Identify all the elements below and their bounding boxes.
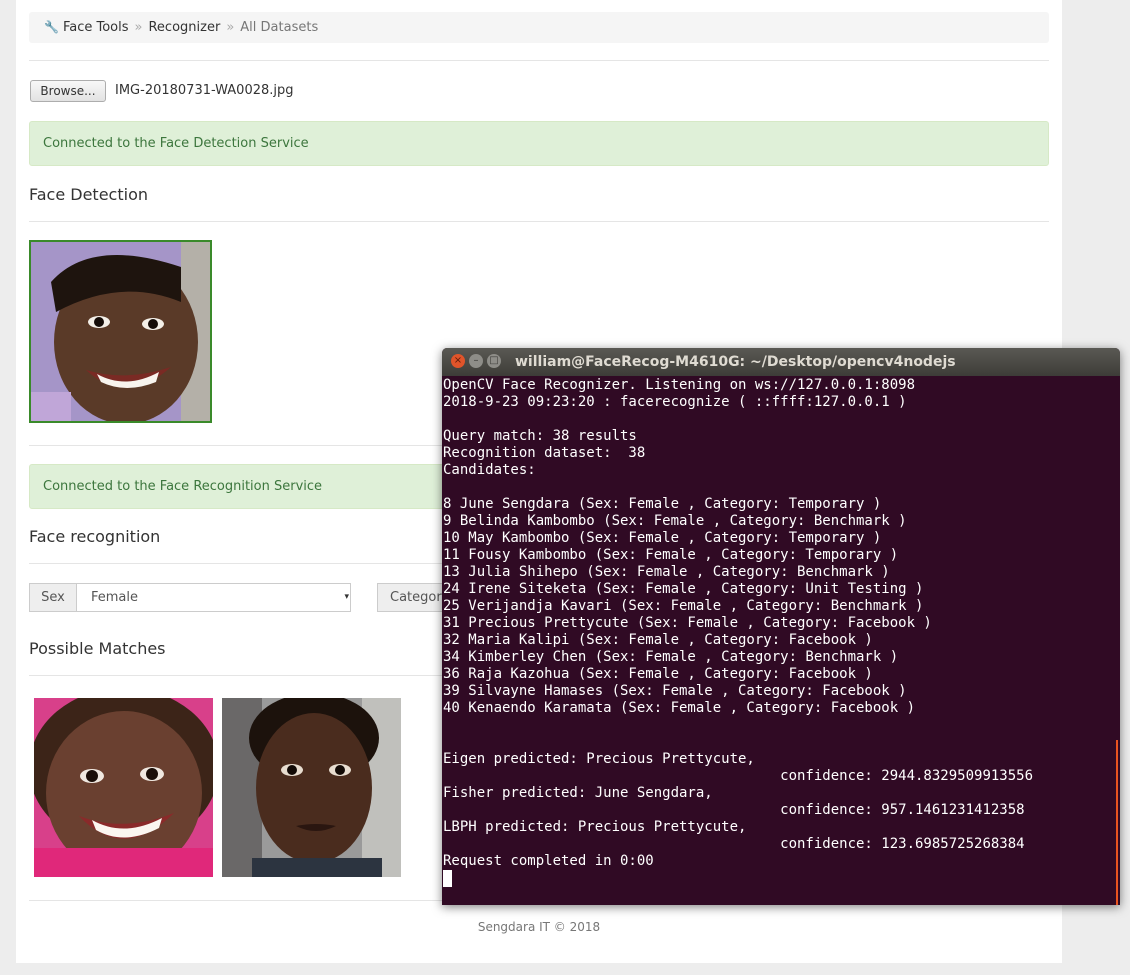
sex-filter-value: Female <box>91 590 139 605</box>
terminal-window[interactable]: × – □ william@FaceRecog-M4610G: ~/Deskto… <box>442 348 1120 905</box>
terminal-line: 25 Verijandja Kavari (Sex: Female , Cate… <box>443 598 924 614</box>
page-footer: Sengdara IT © 2018 <box>477 920 601 934</box>
terminal-title: william@FaceRecog-M4610G: ~/Desktop/open… <box>515 354 956 370</box>
selected-filename: IMG-20180731-WA0028.jpg <box>115 83 294 98</box>
breadcrumb-recognizer[interactable]: Recognizer <box>148 20 220 35</box>
terminal-line: 39 Silvayne Hamases (Sex: Female , Categ… <box>443 683 907 699</box>
terminal-line: Candidates: <box>443 462 536 478</box>
category-filter-label: Category <box>377 583 447 612</box>
terminal-line: confidence: 123.6985725268384 <box>443 836 1025 852</box>
terminal-line: Request completed in 0:00 <box>443 853 654 869</box>
browse-button[interactable]: Browse... <box>30 80 106 102</box>
terminal-line: 24 Irene Siteketa (Sex: Female , Categor… <box>443 581 924 597</box>
terminal-line: Eigen predicted: Precious Prettycute, <box>443 751 755 767</box>
match-thumbnail[interactable] <box>222 698 401 877</box>
terminal-cursor <box>443 870 452 887</box>
breadcrumb-all-datasets: All Datasets <box>240 20 319 35</box>
detection-status-alert: Connected to the Face Detection Service <box>29 121 1049 166</box>
divider <box>29 60 1049 61</box>
breadcrumb: 🔧 Face Tools » Recognizer » All Datasets <box>29 12 1049 43</box>
terminal-line: Query match: 38 results <box>443 428 637 444</box>
close-icon[interactable]: × <box>451 354 465 368</box>
terminal-line: 11 Fousy Kambombo (Sex: Female , Categor… <box>443 547 899 563</box>
wrench-icon: 🔧 <box>44 20 59 34</box>
terminal-line: 32 Maria Kalipi (Sex: Female , Category:… <box>443 632 873 648</box>
terminal-line: OpenCV Face Recognizer. Listening on ws:… <box>443 377 916 393</box>
terminal-line: 36 Raja Kazohua (Sex: Female , Category:… <box>443 666 873 682</box>
terminal-line: 2018-9-23 09:23:20 : facerecognize ( ::f… <box>443 394 907 410</box>
terminal-line: 10 May Kambombo (Sex: Female , Category:… <box>443 530 882 546</box>
match-thumbnail[interactable] <box>34 698 213 877</box>
terminal-line: LBPH predicted: Precious Prettycute, <box>443 819 747 835</box>
terminal-line: 9 Belinda Kambombo (Sex: Female , Catego… <box>443 513 907 529</box>
possible-matches-heading: Possible Matches <box>29 639 166 658</box>
terminal-line: 13 Julia Shihepo (Sex: Female , Category… <box>443 564 890 580</box>
sex-filter-select[interactable]: Female ▾ <box>76 583 351 612</box>
terminal-line: 34 Kimberley Chen (Sex: Female , Categor… <box>443 649 899 665</box>
minimize-icon[interactable]: – <box>469 354 483 368</box>
maximize-icon[interactable]: □ <box>487 354 501 368</box>
face-detection-heading: Face Detection <box>29 185 148 204</box>
terminal-line: 8 June Sengdara (Sex: Female , Category:… <box>443 496 882 512</box>
terminal-line: 31 Precious Prettycute (Sex: Female , Ca… <box>443 615 932 631</box>
terminal-output[interactable]: OpenCV Face Recognizer. Listening on ws:… <box>443 377 1033 887</box>
terminal-line: confidence: 957.1461231412358 <box>443 802 1025 818</box>
breadcrumb-face-tools[interactable]: Face Tools <box>63 20 129 35</box>
terminal-line: confidence: 2944.8329509913556 <box>443 768 1034 784</box>
divider <box>29 221 1049 222</box>
face-recognition-heading: Face recognition <box>29 527 161 546</box>
terminal-line: Fisher predicted: June Sengdara, <box>443 785 713 801</box>
breadcrumb-separator: » <box>226 20 235 35</box>
terminal-line: Recognition dataset: 38 <box>443 445 646 461</box>
sex-filter-label: Sex <box>29 583 77 612</box>
terminal-line: 40 Kenaendo Karamata (Sex: Female , Cate… <box>443 700 916 716</box>
terminal-titlebar[interactable]: × – □ william@FaceRecog-M4610G: ~/Deskto… <box>442 348 1120 376</box>
detected-face-image[interactable] <box>29 240 212 423</box>
breadcrumb-separator: » <box>134 20 143 35</box>
terminal-scrollbar[interactable] <box>1116 740 1118 905</box>
chevron-down-icon: ▾ <box>344 592 349 602</box>
